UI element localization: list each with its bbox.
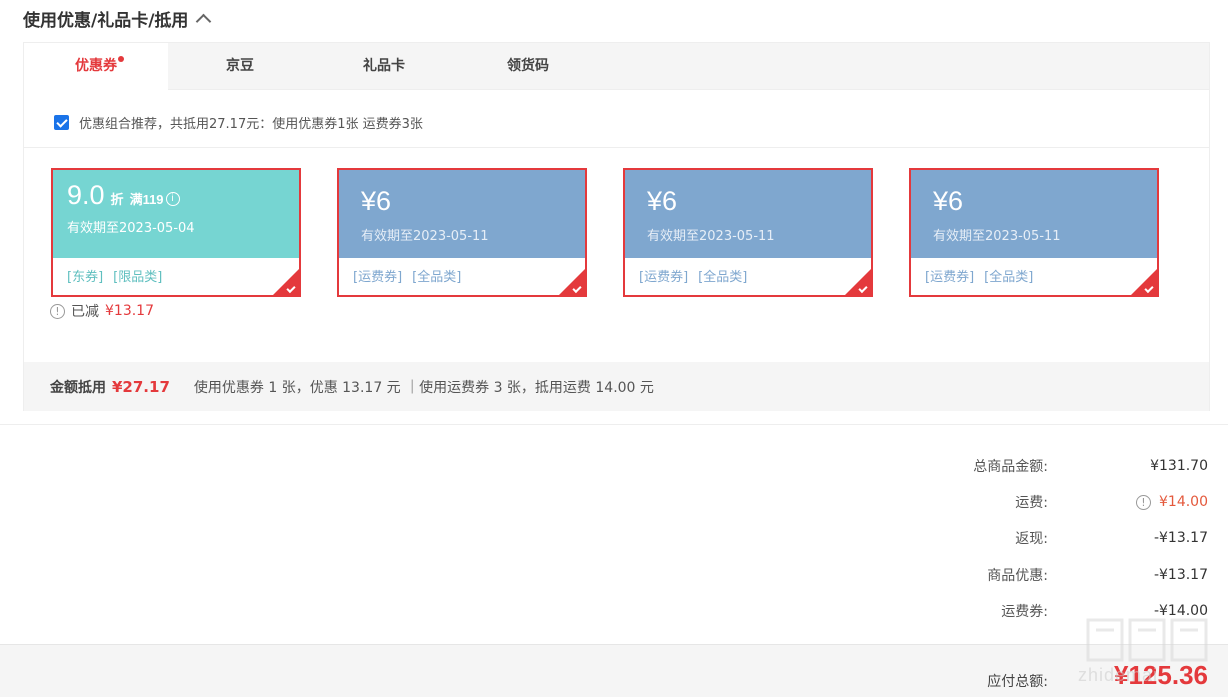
total-value: ¥131.70: [1150, 458, 1208, 474]
coupon-tag: [限品类]: [113, 270, 163, 285]
summary-detail: 使用优惠券 1 张，优惠 13.17 元 ｜使用运费券 3 张，抵用运费 14.…: [193, 379, 654, 396]
coupon-tags: [运费券] [全品类]: [339, 258, 585, 293]
used-note: ! 已减 ¥13.17: [50, 301, 154, 321]
tab-label: 领货码: [507, 58, 549, 74]
coupon-unit: 折: [110, 192, 124, 207]
discount-summary: 金额抵用 ¥27.17 使用优惠券 1 张，优惠 13.17 元 ｜使用运费券 …: [24, 362, 1209, 411]
coupon-face: 9.0 折 满119 i 有效期至2023-05-04: [53, 170, 299, 258]
coupon-tag: [东券]: [67, 270, 104, 285]
total-label: 总商品金额:: [973, 459, 1048, 475]
coupon-value: ¥6: [361, 186, 392, 216]
info-icon[interactable]: i: [165, 191, 180, 206]
section-header[interactable]: 使用优惠/礼品卡/抵用: [23, 6, 212, 31]
coupon-tags: [运费券] [全品类]: [911, 258, 1157, 293]
recommend-text: 优惠组合推荐，共抵用27.17元：使用优惠券1张 运费券3张: [79, 117, 423, 132]
total-label: 返现:: [1015, 531, 1048, 547]
coupon-face: ¥6 有效期至2023-05-11: [625, 170, 871, 258]
freight-amount: ¥14.00: [1159, 494, 1208, 510]
used-note-amount: ¥13.17: [105, 303, 154, 319]
selected-corner: [1131, 269, 1157, 295]
coupon-expiry: 有效期至2023-05-11: [647, 229, 775, 244]
coupon-panel: 优惠券 京豆 礼品卡 领货码 优惠组合推荐，共抵用27.17元：使用优惠券1张 …: [23, 42, 1210, 411]
tab-label: 京豆: [226, 58, 254, 74]
total-label: 运费券:: [1001, 604, 1048, 620]
warning-icon: !: [50, 303, 65, 319]
coupon-card[interactable]: ¥6 有效期至2023-05-11 [运费券] [全品类]: [909, 168, 1159, 297]
used-note-label: 已减: [71, 304, 99, 320]
summary-label: 金额抵用: [50, 379, 106, 396]
info-icon[interactable]: !: [1136, 494, 1151, 510]
coupon-card[interactable]: ¥6 有效期至2023-05-11 [运费券] [全品类]: [623, 168, 873, 297]
tab-jingdou[interactable]: 京豆: [168, 43, 312, 90]
summary-amount: ¥27.17: [112, 377, 170, 396]
selected-corner: [273, 269, 299, 295]
coupon-card[interactable]: ¥6 有效期至2023-05-11 [运费券] [全品类]: [337, 168, 587, 297]
payable-bar: 应付总额: ¥125.36: [0, 644, 1228, 697]
payable-label: 应付总额:: [987, 674, 1048, 690]
total-value: -¥13.17: [1153, 530, 1208, 546]
coupon-tags: [运费券] [全品类]: [625, 258, 871, 293]
tab-pickup-code[interactable]: 领货码: [456, 43, 600, 90]
recommend-checkbox[interactable]: [54, 115, 69, 130]
tab-label: 礼品卡: [363, 58, 405, 74]
coupon-tags: [东券] [限品类]: [53, 258, 299, 293]
coupon-tag: [运费券]: [353, 270, 403, 285]
coupon-tag: [全品类]: [412, 270, 462, 285]
total-row-cashback: 返现: -¥13.17: [808, 526, 1208, 550]
total-value: ! ¥14.00: [1050, 494, 1208, 510]
section-title: 使用优惠/礼品卡/抵用: [23, 11, 189, 31]
watermark-icon: [1086, 618, 1208, 662]
watermark-text: zhidemai: [1078, 665, 1159, 685]
total-label: 商品优惠:: [987, 568, 1048, 584]
coupon-card[interactable]: 9.0 折 满119 i 有效期至2023-05-04 [东券] [限品类]: [51, 168, 301, 297]
coupon-tag: [运费券]: [925, 270, 975, 285]
coupon-condition: 满119 i: [130, 189, 180, 208]
coupon-expiry: 有效期至2023-05-11: [933, 229, 1061, 244]
total-row-goods: 总商品金额: ¥131.70: [808, 454, 1208, 478]
coupon-value: ¥6: [647, 186, 678, 216]
total-row-goods-discount: 商品优惠: -¥13.17: [808, 563, 1208, 587]
coupon-tag: [运费券]: [639, 270, 689, 285]
coupon-value: 9.0: [67, 180, 105, 210]
coupon-face: ¥6 有效期至2023-05-11: [339, 170, 585, 258]
coupon-expiry: 有效期至2023-05-04: [67, 221, 195, 236]
watermark-logo: zhidemai: [1078, 616, 1218, 694]
coupon-expiry: 有效期至2023-05-11: [361, 229, 489, 244]
total-label: 运费:: [1015, 495, 1048, 511]
coupon-tag: [全品类]: [984, 270, 1034, 285]
divider: [0, 424, 1228, 425]
recommend-row: 优惠组合推荐，共抵用27.17元：使用优惠券1张 运费券3张: [54, 113, 423, 132]
tab-label: 优惠券: [75, 58, 117, 74]
coupon-face: ¥6 有效期至2023-05-11: [911, 170, 1157, 258]
selected-corner: [845, 269, 871, 295]
divider: [24, 147, 1209, 148]
selected-corner: [559, 269, 585, 295]
notification-dot: [118, 56, 124, 62]
coupon-condition-text: 满119: [129, 192, 164, 207]
coupon-value: ¥6: [933, 186, 964, 216]
tab-bar: 优惠券 京豆 礼品卡 领货码: [24, 43, 1209, 91]
tab-coupons[interactable]: 优惠券: [24, 43, 168, 91]
total-value: -¥13.17: [1153, 567, 1208, 583]
tab-giftcard[interactable]: 礼品卡: [312, 43, 456, 90]
chevron-up-icon[interactable]: [196, 13, 212, 30]
coupon-tag: [全品类]: [698, 270, 748, 285]
total-row-freight: 运费: ! ¥14.00: [808, 490, 1208, 514]
